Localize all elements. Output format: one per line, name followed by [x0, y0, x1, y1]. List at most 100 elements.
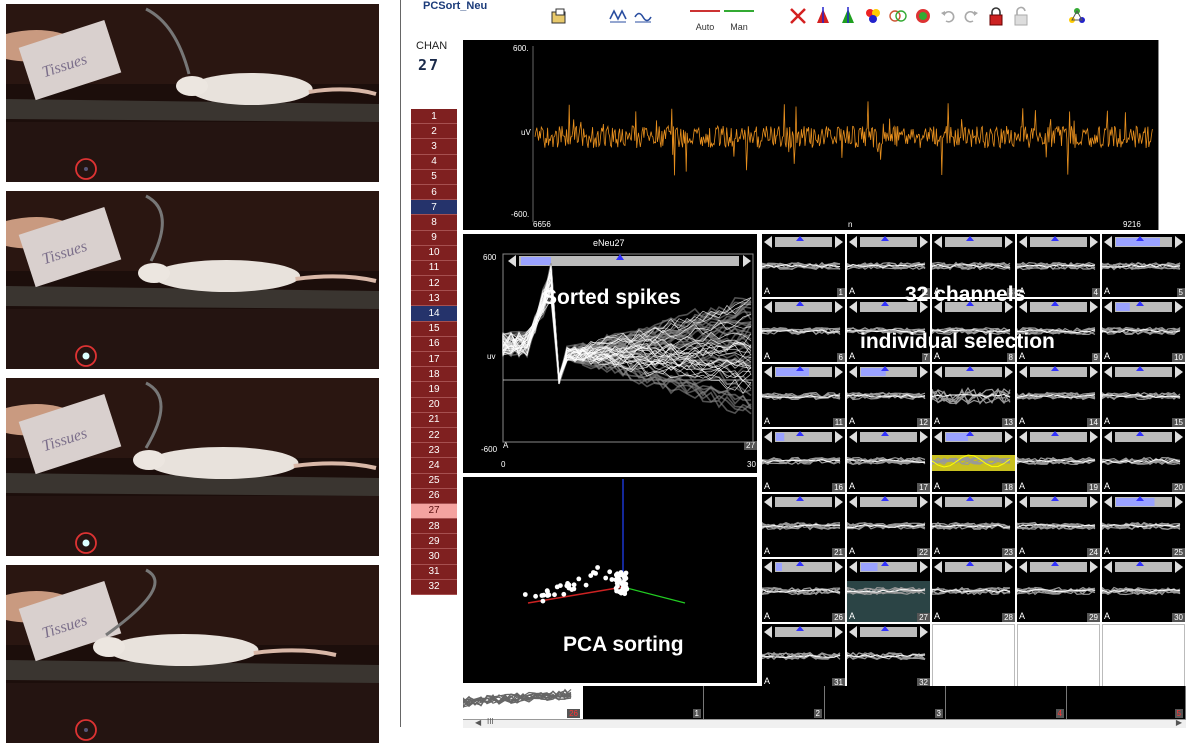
- channel-cell[interactable]: A 13: [932, 364, 1015, 427]
- scroll-left-arrow[interactable]: ◀: [475, 718, 481, 727]
- open-file-button[interactable]: [548, 4, 570, 28]
- channel-button[interactable]: 11: [411, 260, 457, 277]
- cell-channel-number: 17: [917, 483, 930, 492]
- channel-button[interactable]: 24: [411, 458, 457, 474]
- sorted-spikes-panel[interactable]: eNeu27 600 uv -600 A 27 0 30 Sorted spik…: [463, 234, 757, 473]
- channel-button[interactable]: 2: [411, 124, 457, 140]
- channel-cell[interactable]: A 30: [1102, 559, 1185, 622]
- channel-button[interactable]: 12: [411, 276, 457, 292]
- channel-cell[interactable]: A6: [762, 299, 845, 362]
- settings-button[interactable]: [1066, 4, 1088, 28]
- cell-channel-number: 15: [1172, 418, 1185, 427]
- axis-red-button[interactable]: [812, 4, 834, 28]
- cell-channel-number: 24: [1087, 548, 1100, 557]
- scroll-right-arrow[interactable]: ▶: [1176, 718, 1182, 727]
- strip-segment[interactable]: 2: [704, 686, 825, 719]
- strip-segment[interactable]: 4: [946, 686, 1067, 719]
- rings-button[interactable]: [887, 4, 909, 28]
- channel-button[interactable]: 30: [411, 549, 457, 565]
- cell-channel-number: 29: [1087, 613, 1100, 622]
- channel-cell[interactable]: A 25: [1102, 494, 1185, 557]
- strip-channel-number: 1: [692, 709, 701, 718]
- channel-cell[interactable]: A5: [1102, 234, 1185, 297]
- channel-button[interactable]: 18: [411, 367, 457, 383]
- channel-button[interactable]: 26: [411, 488, 457, 504]
- strip-segment[interactable]: 5: [1067, 686, 1186, 719]
- channel-button[interactable]: 9: [411, 230, 457, 246]
- channel-cell[interactable]: A 26: [762, 559, 845, 622]
- channel-cell[interactable]: A 29: [1017, 559, 1100, 622]
- cell-unit-label: A: [1104, 546, 1111, 556]
- cell-unit-label: A: [764, 481, 771, 491]
- channel-button[interactable]: 28: [411, 519, 457, 535]
- channel-button[interactable]: 17: [411, 352, 457, 368]
- channel-button[interactable]: 5: [411, 169, 457, 185]
- channel-cell[interactable]: A1: [762, 234, 845, 297]
- channel-cell[interactable]: A 12: [847, 364, 930, 427]
- scroll-thumb[interactable]: III: [487, 717, 494, 726]
- channel-cell[interactable]: A 28: [932, 559, 1015, 622]
- channel-cell[interactable]: A 22: [847, 494, 930, 557]
- auto-button[interactable]: Auto: [690, 10, 720, 32]
- filter-button[interactable]: [607, 4, 629, 28]
- colors-button[interactable]: [862, 4, 884, 28]
- channel-button[interactable]: 23: [411, 443, 457, 459]
- channel-button[interactable]: 22: [411, 427, 457, 444]
- channel-cell[interactable]: A 17: [847, 429, 930, 492]
- channel-button[interactable]: 4: [411, 154, 457, 170]
- channel-cell[interactable]: A4: [1017, 234, 1100, 297]
- channel-button[interactable]: 7: [411, 200, 457, 216]
- unlock-button[interactable]: [1010, 4, 1032, 28]
- channel-button[interactable]: 3: [411, 139, 457, 155]
- channel-button[interactable]: 14: [411, 306, 457, 322]
- channel-button[interactable]: 31: [411, 564, 457, 580]
- channel-button[interactable]: 32: [411, 579, 457, 595]
- channel-cell[interactable]: A 31: [762, 624, 845, 687]
- lock-button[interactable]: [985, 4, 1007, 28]
- strip-segment[interactable]: 1: [583, 686, 704, 719]
- channel-button[interactable]: 19: [411, 382, 457, 398]
- strip-segment[interactable]: 3: [825, 686, 946, 719]
- channel-cell[interactable]: A 10: [1102, 299, 1185, 362]
- channel-button[interactable]: 10: [411, 245, 457, 261]
- raw-waveform-panel[interactable]: 600. uV -600. 6656 n 9216: [463, 40, 1158, 230]
- channel-button[interactable]: 13: [411, 291, 457, 307]
- channel-button[interactable]: 6: [411, 184, 457, 201]
- cell-unit-label: A: [1104, 351, 1111, 361]
- channel-cell[interactable]: A 14: [1017, 364, 1100, 427]
- channel-button[interactable]: 16: [411, 336, 457, 352]
- undo-button[interactable]: [937, 4, 959, 28]
- strip-segment[interactable]: 26: [462, 686, 583, 719]
- cell-channel-number: 28: [1002, 613, 1015, 622]
- man-button[interactable]: Man: [724, 10, 754, 32]
- channel-button[interactable]: 15: [411, 321, 457, 337]
- delete-button[interactable]: [787, 4, 809, 28]
- pca-panel[interactable]: PCA sorting: [463, 477, 757, 683]
- channel-cell[interactable]: A 16: [762, 429, 845, 492]
- channel-button[interactable]: 29: [411, 534, 457, 550]
- channel-cell[interactable]: A 15: [1102, 364, 1185, 427]
- channel-button[interactable]: 20: [411, 397, 457, 413]
- channel-cell[interactable]: A 21: [762, 494, 845, 557]
- redo-button[interactable]: [960, 4, 982, 28]
- channel-cell[interactable]: A 23: [932, 494, 1015, 557]
- waveform-scrollbar[interactable]: [1158, 40, 1169, 230]
- bottom-strip[interactable]: 26 1 2 3 4 5: [462, 686, 1186, 722]
- channel-button[interactable]: 8: [411, 215, 457, 231]
- channel-cell[interactable]: A 11: [762, 364, 845, 427]
- channel-button[interactable]: 1: [411, 109, 457, 125]
- channel-cell[interactable]: A 18: [932, 429, 1015, 492]
- channel-cell[interactable]: A 27: [847, 559, 930, 622]
- axis-green-button[interactable]: [837, 4, 859, 28]
- cell-unit-label: A: [934, 546, 941, 556]
- channel-cell[interactable]: A 20: [1102, 429, 1185, 492]
- channel-button[interactable]: 25: [411, 473, 457, 489]
- smooth-button[interactable]: [632, 4, 654, 28]
- channel-cell[interactable]: 32: [847, 624, 930, 687]
- channel-button[interactable]: 21: [411, 412, 457, 428]
- channel-label: CHAN: [416, 40, 448, 52]
- channel-button[interactable]: 27: [411, 503, 457, 520]
- channel-cell[interactable]: A 19: [1017, 429, 1100, 492]
- channel-cell[interactable]: A 24: [1017, 494, 1100, 557]
- cluster-button[interactable]: [912, 4, 934, 28]
